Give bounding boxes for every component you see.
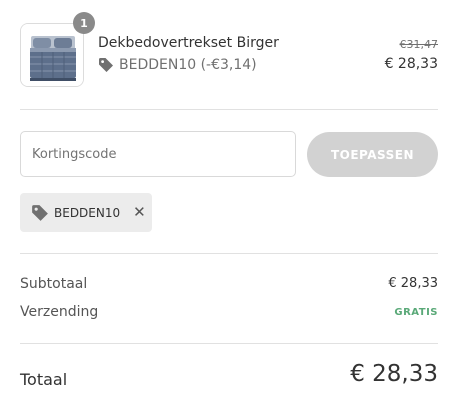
- product-image: [20, 23, 84, 87]
- discount-code-input[interactable]: [20, 131, 296, 177]
- applied-code-chip: BEDDEN10 ✕: [20, 193, 152, 232]
- current-price: € 28,33: [384, 56, 438, 72]
- tag-icon: [32, 204, 48, 221]
- subtotal-label: Subtotaal: [20, 276, 88, 292]
- total-label: Totaal: [20, 370, 68, 389]
- divider: [20, 253, 438, 254]
- shipping-value: GRATIS: [394, 307, 438, 318]
- original-price: €31,47: [399, 38, 439, 51]
- shipping-label: Verzending: [20, 304, 99, 320]
- line-item: 1 Dekbedovertrekset Birger BEDDEN10 (-€3…: [20, 12, 439, 87]
- tag-icon: [99, 58, 113, 72]
- applied-code-label: BEDDEN10: [54, 205, 121, 220]
- duvet-cover-thumbnail: [21, 24, 83, 86]
- total-value: € 28,33: [350, 361, 438, 387]
- divider: [20, 343, 438, 344]
- divider: [20, 109, 438, 110]
- product-name: Dekbedovertrekset Birger: [98, 35, 279, 51]
- discount-label: BEDDEN10 (-€3,14): [119, 57, 257, 73]
- close-icon[interactable]: ✕: [133, 205, 146, 220]
- subtotal-value: € 28,33: [388, 276, 438, 291]
- product-discount: BEDDEN10 (-€3,14): [98, 57, 257, 73]
- quantity-badge: 1: [73, 12, 95, 34]
- apply-code-button[interactable]: TOEPASSEN: [307, 132, 438, 177]
